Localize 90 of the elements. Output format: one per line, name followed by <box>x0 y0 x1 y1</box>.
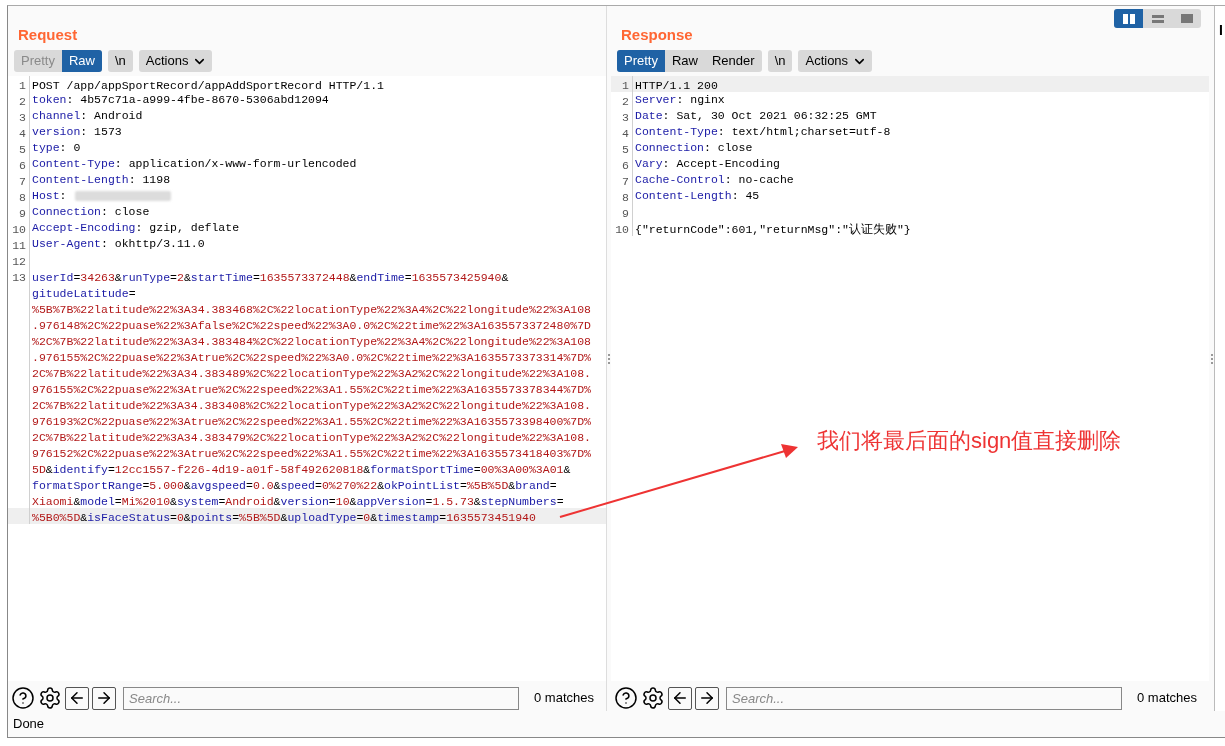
line-number: 11 <box>12 239 26 252</box>
line-number: 1 <box>622 79 629 92</box>
message-editor[interactable] <box>8 76 606 681</box>
code-line: User-Agent: okhttp/3.11.0 <box>32 236 205 252</box>
line-number: 1 <box>19 79 26 92</box>
actions-dropdown[interactable]: Actions <box>138 50 213 72</box>
code-line: 5D&identify=12cc1557-f226-4d19-a01f-58f492620818&formatSportTime=00%3A00%3A01& <box>32 463 571 476</box>
code-line: Content-Length: 45 <box>635 188 760 204</box>
code-line: Date: Sat, 30 Oct 2021 06:32:25 GMT <box>635 108 877 124</box>
code-line: Content-Length: 1198 <box>32 172 171 188</box>
code-line: 976193%2C%22puase%22%3Atrue%2C%22speed%22%3A1.55%2C%22time%22%3A1635573398400%7D% <box>32 415 591 428</box>
line-number: 4 <box>19 127 26 140</box>
line-number: 7 <box>19 175 26 188</box>
code-line: 976152%2C%22puase%22%3Atrue%2C%22speed%22%3A1.55%2C%22time%22%3A1635573418403%7D% <box>32 447 591 460</box>
view-tab[interactable]: Render <box>705 50 762 72</box>
view-tab[interactable]: Pretty <box>617 50 665 72</box>
code-line: {"returnCode":601,"returnMsg":"认证失败"} <box>635 223 911 236</box>
line-number: 10 <box>615 223 629 236</box>
next-button[interactable] <box>695 686 719 710</box>
line-number: 2 <box>622 95 629 108</box>
line-number: 10 <box>12 223 26 236</box>
code-line: gitudeLatitude= <box>32 287 136 300</box>
drag-handle-icon[interactable] <box>1210 353 1213 364</box>
code-line: %2C%7B%22latitude%22%3A34.383484%2C%22locationType%22%3A4%2C%22longitude%22%3A108 <box>32 335 591 348</box>
code-line: 2C%7B%22latitude%22%3A34.383408%2C%22locationType%22%3A2%2C%22longitude%22%3A108. <box>32 399 591 412</box>
status-text: Done <box>13 715 45 734</box>
code-line: channel: Android <box>32 108 143 124</box>
match-count: 0 matches <box>533 689 595 708</box>
code-line: Vary: Accept-Encoding <box>635 156 780 172</box>
newline-toggle[interactable]: \n <box>108 50 133 72</box>
arrow-right-icon <box>95 689 113 707</box>
previous-button[interactable] <box>668 686 692 710</box>
next-button[interactable] <box>92 686 116 710</box>
panel-title: Response <box>620 24 693 45</box>
code-line: formatSportRange=5.000&avgspeed=0.0&speed=0%270%22&okPointList=%5B%5D&brand= <box>32 479 557 492</box>
help-icon[interactable] <box>11 686 35 710</box>
search-field[interactable]: Search... <box>726 686 1122 710</box>
code-line: Connection: close <box>635 140 753 156</box>
layout-button[interactable] <box>1114 9 1143 28</box>
settings-icon[interactable] <box>641 686 665 710</box>
code-line: userId=34263&runType=2&startTime=1635573372448&endTime=1635573425940& <box>32 271 509 284</box>
code-line: Cache-Control: no-cache <box>635 172 794 188</box>
line-number: 9 <box>19 207 26 220</box>
code-line: 2C%7B%22latitude%22%3A34.383489%2C%22locationType%22%3A2%2C%22longitude%22%3A108. <box>32 367 591 380</box>
code-line: type: 0 <box>32 140 81 156</box>
code-line: %5B0%5D&isFaceStatus=0&points=%5B%5D&uploadType=0&timestamp=1635573451940 <box>32 511 536 524</box>
line-number: 9 <box>622 207 629 220</box>
line-number: 2 <box>19 95 26 108</box>
code-line: Content-Type: application/x-www-form-urlencoded <box>32 156 357 172</box>
line-number: 12 <box>12 255 26 268</box>
code-line: Content-Type: text/html;charset=utf-8 <box>635 124 891 140</box>
code-line: Xiaomi&model=Mi%2010&system=Android&version=10&appVersion=1.5.73&stepNumbers= <box>32 495 564 508</box>
match-count: 0 matches <box>1136 689 1198 708</box>
line-number: 7 <box>622 175 629 188</box>
newline-toggle[interactable]: \n <box>767 50 793 72</box>
annotation-text: 我们将最后面的sign值直接删除 <box>817 427 1122 455</box>
code-line: 976155%2C%22puase%22%3Atrue%2C%22speed%22%3A1.55%2C%22time%22%3A1635573378344%7D% <box>32 383 591 396</box>
line-number: 4 <box>622 127 629 140</box>
line-number: 3 <box>622 111 629 124</box>
code-line: .976155%2C%22puase%22%3Atrue%2C%22speed%22%3A0.0%2C%22time%22%3A1635573373314%7D% <box>32 351 591 364</box>
code-line: Accept-Encoding: gzip, deflate <box>32 220 240 236</box>
code-line: token: 4b57c71a-a999-4fbe-8670-5306abd12094 <box>32 92 329 108</box>
code-line: .976148%2C%22puase%22%3Afalse%2C%22speed%22%3A0.0%2C%22time%22%3A1635573372480%7D <box>32 319 591 332</box>
search-field[interactable]: Search... <box>123 686 519 710</box>
line-number: 8 <box>19 191 26 204</box>
code-line: Server: nginx <box>635 92 725 108</box>
view-tab[interactable]: Raw <box>61 50 102 72</box>
actions-dropdown[interactable]: Actions <box>798 50 873 72</box>
line-number: 5 <box>622 143 629 156</box>
previous-button[interactable] <box>65 686 89 710</box>
view-tab[interactable]: Raw <box>664 50 705 72</box>
code-line: Host: <box>32 188 67 204</box>
drag-handle-icon[interactable] <box>608 353 610 364</box>
code-line: %5B%7B%22latitude%22%3A34.383468%2C%22locationType%22%3A4%2C%22longitude%22%3A108 <box>32 303 591 316</box>
line-number: 13 <box>12 271 26 284</box>
arrow-right-icon <box>698 689 716 707</box>
code-line: version: 1573 <box>32 124 122 140</box>
line-number: 5 <box>19 143 26 156</box>
settings-icon[interactable] <box>38 686 62 710</box>
panel-title: Request <box>17 24 78 45</box>
line-number: 8 <box>622 191 629 204</box>
code-line: POST /app/appSportRecord/appAddSportRecord HTTP/1.1 <box>32 79 384 92</box>
code-line: 2C%7B%22latitude%22%3A34.383479%2C%22locationType%22%3A2%2C%22longitude%22%3A108. <box>32 431 591 444</box>
help-icon[interactable] <box>614 686 638 710</box>
side-tab-label[interactable]: I <box>1215 22 1223 38</box>
line-number: 3 <box>19 111 26 124</box>
line-number: 6 <box>19 159 26 172</box>
line-number: 6 <box>622 159 629 172</box>
code-line: Connection: close <box>32 204 150 220</box>
code-line: HTTP/1.1 200 <box>635 79 718 92</box>
